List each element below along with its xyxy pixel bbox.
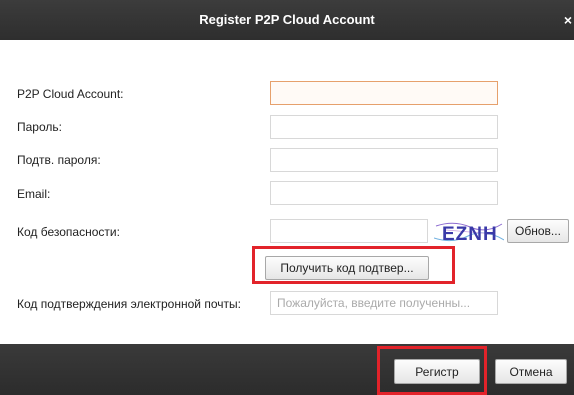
confirm-password-label: Подтв. пароля: [17, 153, 101, 167]
cancel-button[interactable]: Отмена [495, 359, 567, 384]
register-dialog: Register P2P Cloud Account × P2P Cloud A… [0, 0, 574, 395]
email-input[interactable] [270, 181, 498, 205]
password-input[interactable] [270, 115, 498, 139]
email-code-label: Код подтверждения электронной почты: [17, 297, 241, 311]
register-button[interactable]: Регистр [394, 359, 480, 384]
dialog-title: Register P2P Cloud Account [199, 12, 375, 27]
email-code-input[interactable] [270, 291, 498, 315]
security-code-label: Код безопасности: [17, 225, 120, 239]
title-bar: Register P2P Cloud Account × [0, 0, 574, 40]
refresh-captcha-button[interactable]: Обнов... [507, 219, 569, 243]
account-input[interactable] [270, 81, 498, 105]
dialog-footer [0, 344, 574, 395]
get-verification-code-button[interactable]: Получить код подтвер... [265, 256, 429, 280]
account-label: P2P Cloud Account: [17, 87, 124, 101]
security-code-input[interactable] [270, 219, 428, 243]
password-label: Пароль: [17, 120, 62, 134]
confirm-password-input[interactable] [270, 148, 498, 172]
captcha-image: EZNH [434, 222, 504, 245]
captcha-text: EZNH [442, 224, 498, 245]
email-label: Email: [17, 187, 51, 201]
close-icon[interactable]: × [564, 0, 572, 40]
